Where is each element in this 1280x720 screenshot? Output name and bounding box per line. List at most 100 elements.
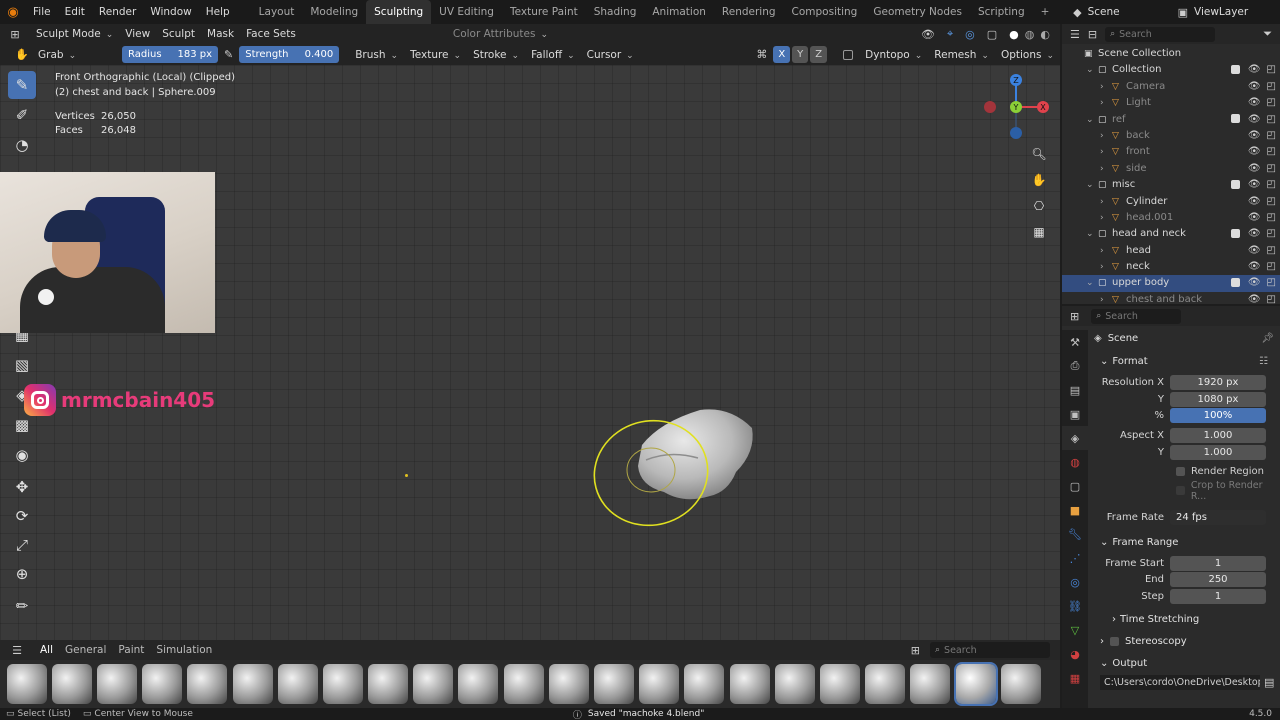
color-filter-tool-icon[interactable]: ◉ bbox=[8, 441, 36, 469]
brush-thumbnail[interactable] bbox=[953, 662, 998, 706]
constraints-tab-icon[interactable]: ⛓︎ bbox=[1062, 594, 1088, 618]
tool-tab-icon[interactable]: ⚒ bbox=[1062, 330, 1088, 354]
render-camera-icon[interactable]: ◰ bbox=[1267, 130, 1276, 141]
brush-thumbnail[interactable] bbox=[322, 664, 363, 704]
stroke-menu[interactable]: Stroke bbox=[467, 46, 525, 64]
xray-toggle-icon[interactable]: ▢ bbox=[987, 28, 997, 41]
render-camera-icon[interactable]: ◰ bbox=[1267, 64, 1276, 75]
symmetry-x-toggle[interactable]: X bbox=[773, 46, 791, 63]
eye-icon[interactable]: 👁︎ bbox=[1248, 64, 1261, 75]
exclude-checkbox[interactable] bbox=[1230, 179, 1240, 189]
menu-view[interactable]: View bbox=[119, 25, 156, 43]
frame-step-field[interactable]: 1 bbox=[1170, 588, 1266, 604]
brush-thumbnail[interactable] bbox=[142, 664, 183, 704]
brush-thumbnail[interactable] bbox=[96, 664, 137, 704]
render-region-checkbox[interactable] bbox=[1176, 466, 1185, 476]
chest-and-back-mesh[interactable] bbox=[638, 409, 753, 500]
view-layer-selector[interactable]: ViewLayer bbox=[1194, 6, 1280, 18]
expand-arrow-icon[interactable]: › bbox=[1100, 95, 1112, 111]
render-camera-icon[interactable]: ◰ bbox=[1267, 245, 1276, 256]
menu-window[interactable]: Window bbox=[143, 0, 198, 24]
brush-thumbnail[interactable] bbox=[277, 664, 318, 704]
world-tab-icon[interactable]: ◍ bbox=[1062, 450, 1088, 474]
tab-animation[interactable]: Animation bbox=[644, 0, 714, 24]
outliner-row[interactable]: › ▽ head.001 👁︎ ◰ bbox=[1062, 210, 1280, 226]
expand-arrow-icon[interactable]: › bbox=[1100, 243, 1112, 259]
shelf-tab-all[interactable]: All bbox=[34, 641, 59, 659]
brush-thumbnail[interactable] bbox=[6, 664, 47, 704]
texture-menu[interactable]: Texture bbox=[404, 46, 467, 64]
menu-render[interactable]: Render bbox=[92, 0, 143, 24]
particles-tab-icon[interactable]: ⋰ bbox=[1062, 546, 1088, 570]
properties-editor-icon[interactable]: ⊞ bbox=[1070, 310, 1079, 323]
render-camera-icon[interactable]: ◰ bbox=[1267, 261, 1276, 272]
eye-icon[interactable]: 👁︎ bbox=[1248, 146, 1261, 157]
shading-rendered-icon[interactable]: ◐ bbox=[1040, 28, 1050, 41]
tab-texture-paint[interactable]: Texture Paint bbox=[502, 0, 586, 24]
symmetry-z-toggle[interactable]: Z bbox=[810, 46, 828, 63]
outliner-filter-funnel-icon[interactable]: ⏷ bbox=[1263, 27, 1272, 41]
transform-tool-icon[interactable]: ⊕ bbox=[8, 560, 36, 588]
output-panel-header[interactable]: ⌄ Output bbox=[1100, 654, 1280, 674]
collapse-arrow-icon[interactable]: ⌄ bbox=[1086, 226, 1098, 242]
brush-thumbnail[interactable] bbox=[1000, 664, 1041, 704]
outliner-row[interactable]: ⌄ ▢ ref 👁︎ ◰ bbox=[1062, 112, 1280, 128]
draw-sharp-tool-icon[interactable]: ✐ bbox=[8, 101, 36, 129]
collapse-arrow-icon[interactable]: ⌄ bbox=[1086, 62, 1098, 78]
pin-icon[interactable]: 📌︎ bbox=[1261, 329, 1274, 349]
aspect-y-field[interactable]: 1.000 bbox=[1170, 444, 1266, 460]
eye-icon[interactable]: 👁︎ bbox=[1248, 81, 1261, 92]
stereoscopy-header[interactable]: › Stereoscopy bbox=[1100, 632, 1280, 652]
render-camera-icon[interactable]: ◰ bbox=[1267, 212, 1276, 223]
eye-icon[interactable]: 👁︎ bbox=[1248, 212, 1261, 223]
outliner-row[interactable]: › ▽ neck 👁︎ ◰ bbox=[1062, 259, 1280, 275]
render-camera-icon[interactable]: ◰ bbox=[1267, 114, 1276, 125]
tab-layout[interactable]: Layout bbox=[251, 0, 303, 24]
strength-field[interactable]: Strength 0.400 bbox=[239, 46, 340, 63]
gizmo-x-negative[interactable] bbox=[984, 101, 996, 113]
resolution-y-field[interactable]: 1080 px bbox=[1170, 391, 1266, 407]
clay-tool-icon[interactable]: ◔ bbox=[8, 131, 36, 159]
options-menu[interactable]: Options bbox=[995, 46, 1060, 64]
tab-compositing[interactable]: Compositing bbox=[784, 0, 866, 24]
aspect-x-field[interactable]: 1.000 bbox=[1170, 428, 1266, 443]
shelf-display-icon[interactable]: ⊞ bbox=[911, 644, 920, 657]
eye-icon[interactable]: 👁︎ bbox=[1248, 294, 1261, 305]
outliner-row[interactable]: › ▽ head 👁︎ ◰ bbox=[1062, 243, 1280, 259]
shelf-menu-icon[interactable]: ☰ bbox=[0, 644, 34, 657]
navigation-gizmo[interactable]: Z X Y bbox=[982, 73, 1050, 143]
menu-help[interactable]: Help bbox=[199, 0, 237, 24]
time-stretching-header[interactable]: › Time Stretching bbox=[1112, 610, 1280, 630]
render-camera-icon[interactable]: ◰ bbox=[1267, 81, 1276, 92]
tab-rendering[interactable]: Rendering bbox=[714, 0, 784, 24]
add-workspace-button[interactable]: + bbox=[1033, 0, 1058, 24]
frame-rate-dropdown[interactable]: 24 fps bbox=[1170, 509, 1266, 525]
exclude-checkbox[interactable] bbox=[1230, 277, 1240, 287]
shelf-tab-simulation[interactable]: Simulation bbox=[150, 641, 218, 659]
eye-icon[interactable]: 👁︎ bbox=[1248, 245, 1261, 256]
brush-thumbnail[interactable] bbox=[548, 664, 589, 704]
gizmo-z-negative[interactable] bbox=[1010, 127, 1022, 139]
expand-arrow-icon[interactable]: › bbox=[1100, 210, 1112, 226]
collection-tab-icon[interactable]: ▢ bbox=[1062, 474, 1088, 498]
brush-thumbnail[interactable] bbox=[774, 664, 815, 704]
brush-thumbnail[interactable] bbox=[865, 664, 906, 704]
outliner-row[interactable]: ⌄ ▢ upper body 👁︎ ◰ bbox=[1062, 275, 1280, 292]
eye-icon[interactable]: 👁︎ bbox=[1248, 261, 1261, 272]
cursor-menu[interactable]: Cursor bbox=[581, 46, 640, 64]
brush-thumbnail[interactable] bbox=[503, 664, 544, 704]
outliner-row[interactable]: ⌄ ▢ Collection 👁︎ ◰ bbox=[1062, 62, 1280, 78]
eye-icon[interactable]: 👁︎ bbox=[1248, 114, 1261, 125]
outliner-row[interactable]: › ▽ side 👁︎ ◰ bbox=[1062, 161, 1280, 177]
expand-arrow-icon[interactable]: › bbox=[1100, 144, 1112, 160]
frame-range-panel-header[interactable]: ⌄ Frame Range bbox=[1100, 533, 1280, 553]
crop-region-checkbox[interactable] bbox=[1176, 486, 1185, 495]
perspective-toggle-icon[interactable]: ▦ bbox=[1027, 220, 1051, 244]
tab-sculpting[interactable]: Sculpting bbox=[366, 0, 432, 24]
physics-tab-icon[interactable]: ◎ bbox=[1062, 570, 1088, 594]
collapse-arrow-icon[interactable]: ⌄ bbox=[1086, 275, 1098, 291]
outliner-row[interactable]: › ▽ front 👁︎ ◰ bbox=[1062, 144, 1280, 160]
remesh-menu[interactable]: Remesh bbox=[928, 46, 995, 64]
render-camera-icon[interactable]: ◰ bbox=[1267, 277, 1276, 288]
scene-selector[interactable]: Scene bbox=[1088, 6, 1178, 18]
